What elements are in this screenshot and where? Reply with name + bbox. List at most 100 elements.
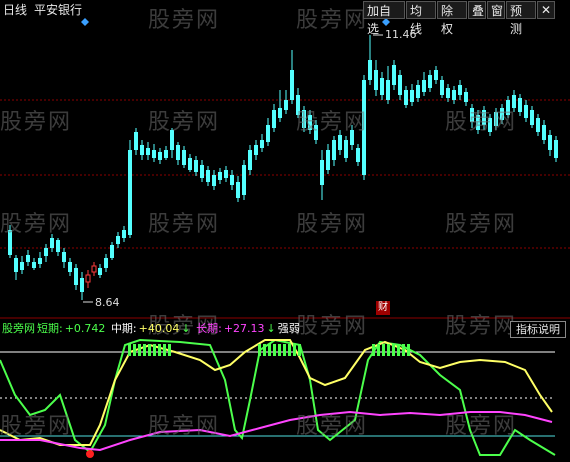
signal-tick: [153, 344, 156, 356]
close-icon[interactable]: ✕: [537, 1, 555, 19]
indicator-explain-button[interactable]: 指标说明: [510, 321, 566, 338]
candle-body: [20, 262, 24, 270]
candle-body: [140, 145, 144, 155]
signal-tick: [278, 344, 281, 356]
candle-body: [236, 182, 240, 198]
watermark: 股旁网: [148, 110, 221, 135]
candle-body: [254, 145, 258, 155]
signal-tick: [158, 344, 161, 356]
mid-label: 中期:: [110, 322, 137, 335]
candle-body: [458, 85, 462, 95]
long-label: 长期:: [196, 322, 222, 335]
candle-body: [398, 75, 402, 95]
signal-tick: [128, 344, 131, 356]
signal-tick: [283, 344, 286, 356]
candle-body: [56, 240, 60, 252]
short-label: 短期:: [37, 322, 63, 335]
signal-tick: [273, 344, 276, 356]
candle-body: [542, 125, 546, 140]
candle-body: [548, 135, 552, 150]
candle-body: [32, 262, 36, 268]
signal-tick: [268, 344, 271, 356]
candle-body: [356, 148, 360, 162]
candle-body: [278, 108, 282, 118]
candle-body: [266, 125, 270, 142]
candle-body: [152, 150, 156, 158]
candle-body: [134, 132, 138, 150]
candle-body: [146, 148, 150, 155]
signal-tick: [407, 344, 410, 356]
candle-body: [284, 100, 288, 110]
candle-body: [164, 150, 168, 158]
signal-tick: [397, 344, 400, 356]
candle-body: [440, 80, 444, 95]
signal-tick: [288, 344, 291, 356]
candle-body: [428, 75, 432, 88]
watermark: 股旁网: [296, 212, 369, 237]
candle-body: [272, 110, 276, 128]
long-value: +27.13: [223, 322, 265, 335]
finance-marker[interactable]: 财: [376, 301, 390, 315]
indicator-legend: 股旁网 短期: +0.742 中期: +40.04 ↓ 长期: +27.13 ↓ 强弱: [2, 322, 302, 336]
candlestick-series: [8, 35, 558, 300]
candle-body: [116, 236, 120, 244]
diamond-marker-icon: [81, 18, 89, 26]
candle-body: [98, 268, 102, 275]
long-arrow-icon: ↓: [266, 322, 276, 335]
window-button[interactable]: 窗: [487, 1, 505, 19]
candle-body: [14, 258, 18, 272]
overlay-button[interactable]: 叠: [468, 1, 486, 19]
mid-arrow-icon: ↓: [181, 322, 191, 335]
candle-body: [230, 175, 234, 185]
forecast-button[interactable]: 预测: [506, 1, 536, 36]
watermark: 股旁网: [0, 110, 73, 135]
ex-rights-button[interactable]: 除权: [437, 1, 467, 36]
candle-body: [158, 152, 162, 160]
signal-tick: [387, 344, 390, 356]
watermark: 股旁网: [296, 314, 369, 339]
candle-body: [104, 258, 108, 268]
stock-name: 平安银行: [34, 3, 83, 17]
watermark: 股旁网: [296, 8, 369, 33]
candle-body: [206, 170, 210, 182]
candle-body: [26, 255, 30, 262]
indicator-name: 股旁网: [2, 322, 35, 335]
add-watchlist-button[interactable]: 加自选: [363, 1, 405, 36]
period-label[interactable]: 日线: [3, 1, 27, 19]
candle-body: [122, 230, 126, 238]
candle-body: [248, 150, 252, 170]
candle-body: [344, 140, 348, 158]
signal-dot: [86, 450, 94, 458]
candle-body: [326, 150, 330, 170]
mid-value: +40.04: [138, 322, 180, 335]
signal-tick: [263, 344, 266, 356]
signal-tick: [298, 344, 301, 356]
candle-body: [386, 80, 390, 100]
candle-body: [224, 170, 228, 178]
candle-body: [212, 175, 216, 186]
signal-tick: [163, 344, 166, 356]
candle-body: [50, 238, 54, 248]
candle-body: [200, 165, 204, 178]
watermark: 股旁网: [148, 8, 221, 33]
candle-body: [242, 165, 246, 195]
signal-tick: [148, 344, 151, 356]
strong-label: 强弱: [277, 322, 300, 335]
candle-body: [524, 105, 528, 118]
candle-body: [374, 70, 378, 90]
candle-body: [410, 90, 414, 102]
candle-body: [74, 268, 78, 285]
candle-body: [44, 248, 48, 256]
candle-body: [434, 70, 438, 80]
candle-body: [176, 145, 180, 160]
watermark: 股旁网: [445, 414, 518, 439]
watermark: 股旁网: [445, 314, 518, 339]
signal-tick: [133, 344, 136, 356]
moving-average-button[interactable]: 均线: [406, 1, 436, 36]
candle-body: [416, 85, 420, 98]
candle-body: [338, 135, 342, 150]
candle-body: [218, 172, 222, 180]
candle-body: [536, 118, 540, 132]
candle-body: [368, 60, 372, 80]
signal-tick: [143, 344, 146, 356]
